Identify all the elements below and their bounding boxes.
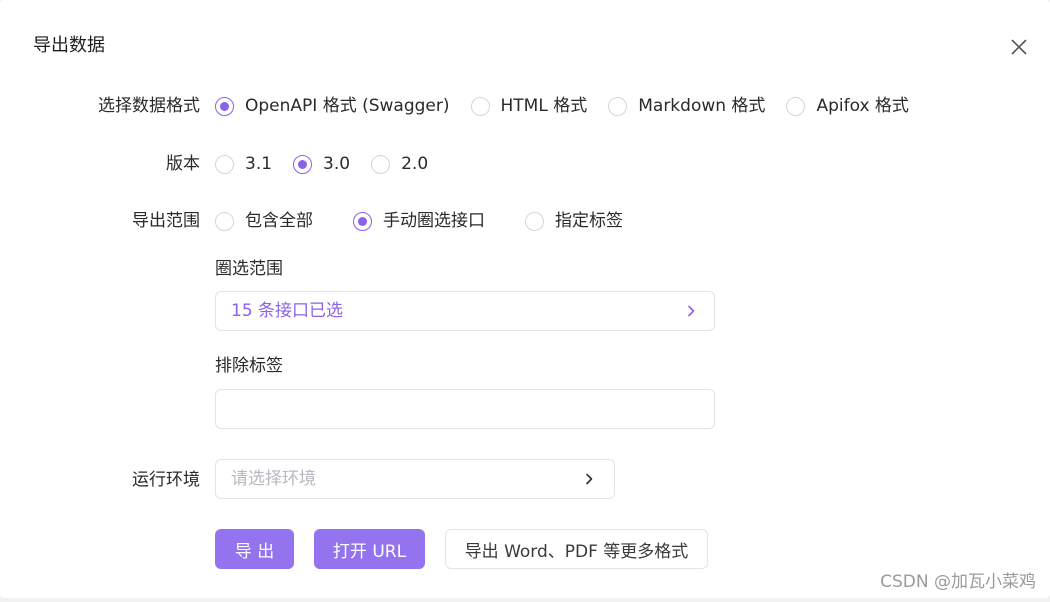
selection-field[interactable]: 15 条接口已选 [215, 291, 715, 331]
format-option-html[interactable]: HTML 格式 [470, 95, 588, 117]
format-option-openapi[interactable]: OpenAPI 格式 (Swagger) [215, 95, 450, 117]
close-icon [1011, 39, 1027, 55]
dialog-title: 导出数据 [33, 35, 105, 56]
environment-label: 运行环境 [132, 470, 200, 490]
format-option-label: Markdown 格式 [638, 96, 766, 116]
scope-label: 导出范围 [132, 211, 200, 231]
radio-unchecked-icon [525, 211, 544, 231]
format-option-apifox[interactable]: Apifox 格式 [786, 95, 909, 117]
export-dialog: 导出数据 选择数据格式 OpenAPI 格式 (Swagger) HTML 格式… [0, 0, 1050, 598]
format-radio-group: OpenAPI 格式 (Swagger) HTML 格式 Markdown 格式… [215, 95, 909, 117]
radio-unchecked-icon [371, 154, 391, 174]
selection-value: 15 条接口已选 [231, 301, 344, 321]
close-button[interactable] [1006, 34, 1032, 60]
scope-option-label: 指定标签 [555, 211, 623, 231]
radio-unchecked-icon [608, 96, 628, 116]
environment-placeholder: 请选择环境 [231, 469, 316, 489]
version-radio-group: 3.1 3.0 2.0 [215, 153, 428, 175]
radio-unchecked-icon [215, 211, 234, 231]
scope-radio-group: 包含全部 手动圈选接口 指定标签 [215, 210, 623, 232]
chevron-right-icon [688, 305, 695, 317]
watermark: CSDN @加瓦小菜鸡 [880, 572, 1036, 592]
version-option-label: 3.1 [245, 154, 273, 174]
version-option-2-0[interactable]: 2.0 [371, 153, 428, 175]
export-button[interactable]: 导 出 [215, 529, 294, 569]
version-option-3-1[interactable]: 3.1 [215, 153, 272, 175]
environment-select[interactable]: 请选择环境 [215, 459, 615, 499]
more-formats-button[interactable]: 导出 Word、PDF 等更多格式 [445, 529, 708, 569]
exclude-tags-label: 排除标签 [215, 356, 283, 376]
version-label: 版本 [166, 154, 200, 174]
version-option-label: 3.0 [323, 154, 351, 174]
format-label: 选择数据格式 [98, 96, 200, 116]
open-url-button[interactable]: 打开 URL [314, 529, 425, 569]
scope-option-manual[interactable]: 手动圈选接口 [353, 210, 485, 232]
format-option-label: Apifox 格式 [816, 96, 909, 116]
scope-option-label: 手动圈选接口 [383, 211, 485, 231]
version-option-label: 2.0 [401, 154, 429, 174]
format-option-markdown[interactable]: Markdown 格式 [608, 95, 765, 117]
radio-unchecked-icon [470, 96, 490, 116]
scope-option-all[interactable]: 包含全部 [215, 210, 313, 232]
selection-label: 圈选范围 [215, 259, 283, 279]
scope-option-label: 包含全部 [245, 211, 313, 231]
exclude-tags-input[interactable] [215, 389, 715, 429]
format-option-label: OpenAPI 格式 (Swagger) [245, 96, 450, 116]
chevron-right-icon [586, 473, 593, 485]
radio-checked-icon [353, 211, 372, 231]
radio-unchecked-icon [786, 96, 806, 116]
radio-checked-icon [293, 154, 313, 174]
version-option-3-0[interactable]: 3.0 [293, 153, 350, 175]
format-option-label: HTML 格式 [500, 96, 588, 116]
scope-option-tags[interactable]: 指定标签 [525, 210, 623, 232]
radio-unchecked-icon [215, 154, 234, 174]
radio-checked-icon [215, 96, 234, 116]
